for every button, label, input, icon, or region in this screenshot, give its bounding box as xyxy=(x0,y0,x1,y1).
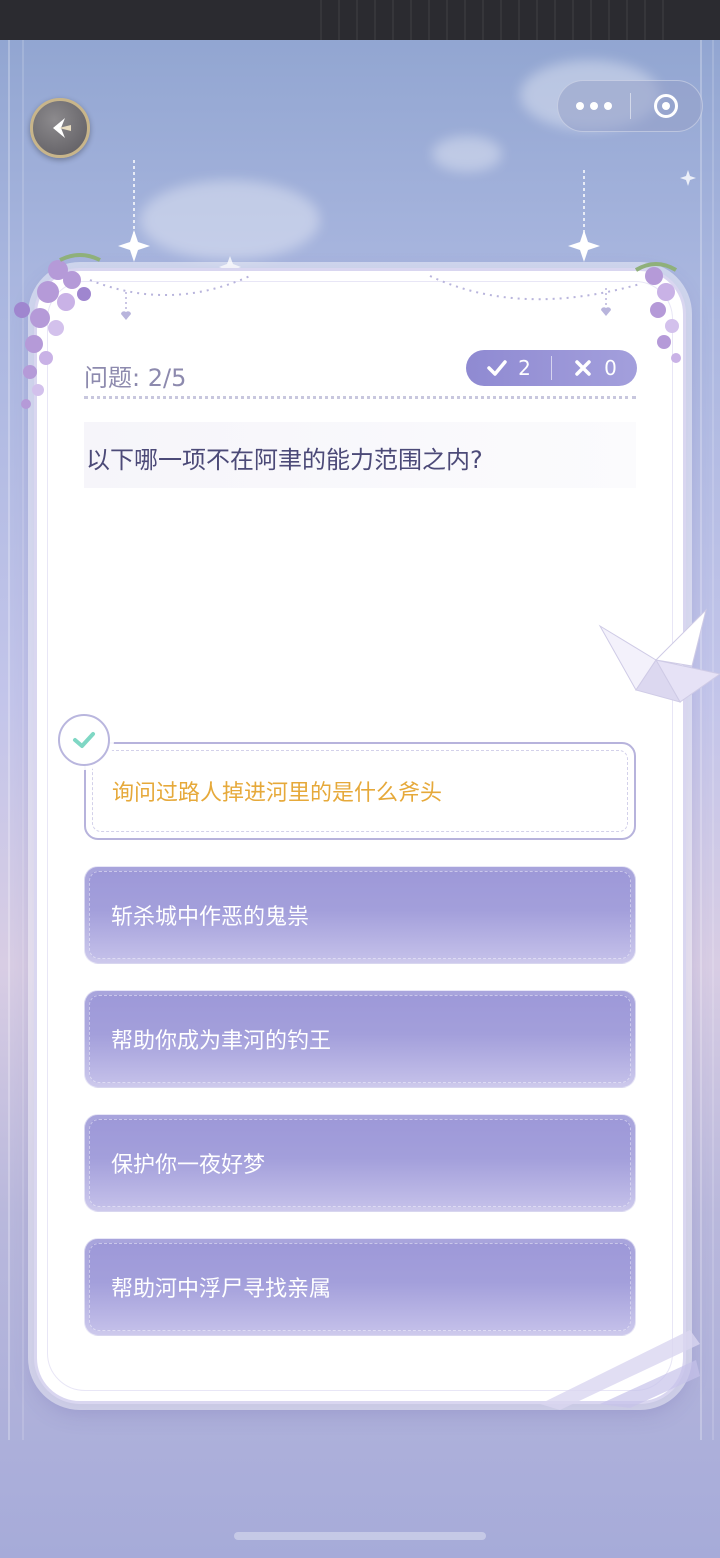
paper-crane-decoration xyxy=(598,608,720,703)
more-dots-icon xyxy=(576,102,584,110)
divider xyxy=(84,396,636,399)
option-label: 帮助你成为聿河的钓王 xyxy=(111,1029,332,1054)
ribbon-decoration xyxy=(540,1330,700,1410)
status-bar-pattern xyxy=(320,0,680,40)
option-label: 斩杀城中作恶的鬼祟 xyxy=(111,905,310,930)
option-2[interactable]: 斩杀城中作恶的鬼祟 xyxy=(84,866,636,964)
option-label: 询问过路人掉进河里的是什么斧头 xyxy=(112,781,443,806)
question-counter: 问题: 2/5 xyxy=(84,364,187,392)
more-button[interactable] xyxy=(558,80,630,132)
score-badge: 2 0 xyxy=(466,350,637,386)
correct-count: 2 xyxy=(518,356,531,380)
check-icon xyxy=(73,732,95,748)
selected-badge xyxy=(58,714,110,766)
correct-count-group: 2 xyxy=(466,350,551,386)
home-indicator xyxy=(234,1532,486,1540)
wrong-count: 0 xyxy=(604,356,617,380)
wrong-count-group: 0 xyxy=(552,350,637,386)
close-button[interactable] xyxy=(631,80,702,132)
close-target-icon xyxy=(654,94,679,118)
option-1[interactable]: 询问过路人掉进河里的是什么斧头 xyxy=(84,742,636,840)
more-dot xyxy=(604,102,612,110)
question-text: 以下哪一项不在阿聿的能力范围之内? xyxy=(86,446,483,474)
mini-program-capsule xyxy=(557,80,703,132)
check-icon xyxy=(487,360,507,376)
back-arrow-icon xyxy=(53,118,71,138)
x-icon xyxy=(575,360,591,376)
more-dot xyxy=(590,102,598,110)
option-4[interactable]: 保护你一夜好梦 xyxy=(84,1114,636,1212)
back-button[interactable] xyxy=(30,98,90,158)
option-3[interactable]: 帮助你成为聿河的钓王 xyxy=(84,990,636,1088)
status-bar xyxy=(0,0,720,40)
option-label: 保护你一夜好梦 xyxy=(111,1153,266,1178)
option-label: 帮助河中浮尸寻找亲属 xyxy=(111,1277,332,1302)
